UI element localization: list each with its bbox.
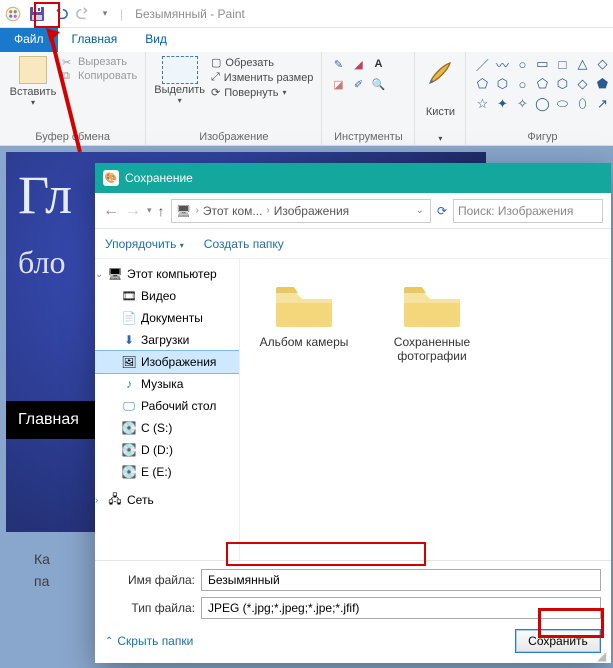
pencil-icon[interactable]: ✎ (330, 56, 346, 72)
tab-file[interactable]: Файл (0, 28, 58, 52)
cut-button: ✂Вырезать (62, 56, 137, 68)
brush-icon[interactable] (423, 56, 457, 90)
new-folder-button[interactable]: Создать папку (204, 237, 284, 251)
tree-disk-d[interactable]: 💽D (D:) (95, 439, 239, 461)
picker-icon[interactable]: ✐ (350, 76, 366, 92)
resize-grip-icon[interactable]: ◢ (597, 649, 609, 661)
dialog-app-icon: 🎨 (103, 170, 119, 186)
nav-recent-dropdown[interactable]: ▾ (147, 205, 152, 216)
tree-downloads[interactable]: ⬇Загрузки (95, 329, 239, 351)
tree-pictures[interactable]: 🖼Изображения (95, 351, 239, 373)
address-bar[interactable]: 🖥 › Этот ком... › Изображения ⌄ (171, 199, 431, 223)
dialog-titlebar[interactable]: 🎨 Сохранение (95, 163, 611, 193)
zoom-icon[interactable]: 🔍 (370, 76, 386, 92)
shapes-group-label: Фигур (527, 131, 557, 143)
pc-icon: 🖥 (176, 203, 192, 219)
crumb-pictures[interactable]: Изображения (274, 204, 349, 218)
tree-this-pc[interactable]: ⌄🖥Этот компьютер (95, 263, 239, 285)
brush-label[interactable]: Кисти (426, 106, 455, 118)
ribbon-clipboard-group: Вставить ▾ ✂Вырезать ⧉Копировать Буфер о… (0, 52, 146, 145)
filename-label: Имя файла: (105, 573, 195, 587)
folder-icon (272, 279, 336, 329)
file-list[interactable]: Альбом камеры Сохраненные фотографии (240, 259, 611, 560)
nav-back-icon[interactable]: ← (103, 202, 119, 220)
folder-tree[interactable]: ⌄🖥Этот компьютер 🎞Видео 📄Документы ⬇Загр… (95, 259, 240, 560)
shapes-gallery[interactable]: ／〰○▭□△◇ ⬠⬡○⬠⬡◇⬟ ☆✦✧◯⬭⬯↗ (474, 56, 610, 112)
save-file-button[interactable]: Сохранить (515, 629, 601, 653)
filetype-row: Тип файла: JPEG (*.jpg;*.jpeg;*.jpe;*.jf… (105, 597, 601, 619)
save-dialog: 🎨 Сохранение ← → ▾ ↑ 🖥 › Этот ком... › И… (95, 163, 611, 663)
search-input[interactable]: Поиск: Изображения (453, 199, 603, 223)
select-icon[interactable] (162, 56, 198, 84)
tree-disk-c[interactable]: 💽C (S:) (95, 417, 239, 439)
folder-icon (400, 279, 464, 329)
crop-button[interactable]: ▢Обрезать (211, 56, 313, 69)
ribbon-brush-group: Кисти ▾ (415, 52, 466, 145)
hide-folders-toggle[interactable]: ⌃Скрыть папки (105, 634, 193, 648)
tree-network[interactable]: ›🖧Сеть (95, 489, 239, 511)
menu-bar: Файл Главная Вид (0, 28, 613, 52)
folder-label: Альбом камеры (254, 335, 354, 349)
nav-forward-icon: → (125, 202, 141, 220)
undo-icon[interactable] (52, 5, 70, 23)
rotate-button[interactable]: ⟳Повернуть▾ (211, 86, 313, 99)
dialog-nav-bar: ← → ▾ ↑ 🖥 › Этот ком... › Изображения ⌄ … (95, 193, 611, 229)
dialog-toolbar: Упорядочить ▾ Создать папку (95, 229, 611, 259)
ribbon: Вставить ▾ ✂Вырезать ⧉Копировать Буфер о… (0, 52, 613, 146)
tree-video[interactable]: 🎞Видео (95, 285, 239, 307)
nav-up-icon[interactable]: ↑ (158, 203, 165, 219)
dialog-title: Сохранение (125, 171, 193, 185)
filename-row: Имя файла: (105, 569, 601, 591)
refresh-icon[interactable]: ⟳ (437, 204, 447, 218)
tab-home[interactable]: Главная (58, 28, 132, 52)
crumb-thispc[interactable]: Этот ком... (203, 204, 263, 218)
eraser-icon[interactable]: ◪ (330, 76, 346, 92)
select-label[interactable]: Выделить (154, 84, 205, 96)
redo-icon[interactable] (74, 5, 92, 23)
paste-label[interactable]: Вставить (10, 86, 57, 98)
filename-input[interactable] (201, 569, 601, 591)
image-group-label: Изображение (199, 131, 268, 143)
save-button[interactable] (26, 3, 48, 25)
ribbon-tools-group: ✎ ◢ A ◪ ✐ 🔍 Инструменты (322, 52, 415, 145)
filetype-label: Тип файла: (105, 601, 195, 615)
dialog-bottom: Имя файла: Тип файла: JPEG (*.jpg;*.jpeg… (95, 560, 611, 663)
page-sidebar-text: Ка па (34, 548, 50, 593)
paint-app-icon (4, 5, 22, 23)
clipboard-group-label: Буфер обмена (35, 131, 110, 143)
ribbon-image-group: Выделить ▾ ▢Обрезать ⤢Изменить размер ⟳П… (146, 52, 322, 145)
folder-item[interactable]: Сохраненные фотографии (382, 279, 482, 363)
dialog-body: ⌄🖥Этот компьютер 🎞Видео 📄Документы ⬇Загр… (95, 259, 611, 560)
tools-group-label: Инструменты (334, 131, 403, 143)
customize-dropdown-icon[interactable]: ▾ (96, 5, 114, 23)
paste-icon[interactable] (19, 56, 47, 84)
ribbon-shapes-group: ／〰○▭□△◇ ⬠⬡○⬠⬡◇⬟ ☆✦✧◯⬭⬯↗ Фигур (466, 52, 613, 145)
folder-item[interactable]: Альбом камеры (254, 279, 354, 349)
fill-icon[interactable]: ◢ (350, 56, 366, 72)
tree-desktop[interactable]: 🖵Рабочий стол (95, 395, 239, 417)
tree-documents[interactable]: 📄Документы (95, 307, 239, 329)
filetype-select[interactable]: JPEG (*.jpg;*.jpeg;*.jpe;*.jfif) (201, 597, 601, 619)
window-title: Безымянный - Paint (135, 7, 245, 21)
text-icon[interactable]: A (370, 56, 386, 72)
copy-button: ⧉Копировать (62, 70, 137, 82)
folder-label: Сохраненные фотографии (382, 335, 482, 363)
tab-view[interactable]: Вид (131, 28, 181, 52)
titlebar: ▾ | Безымянный - Paint (0, 0, 613, 28)
resize-button[interactable]: ⤢Изменить размер (211, 71, 313, 84)
tree-disk-e[interactable]: 💽E (E:) (95, 461, 239, 483)
tree-music[interactable]: ♪Музыка (95, 373, 239, 395)
organize-button[interactable]: Упорядочить ▾ (105, 237, 184, 251)
